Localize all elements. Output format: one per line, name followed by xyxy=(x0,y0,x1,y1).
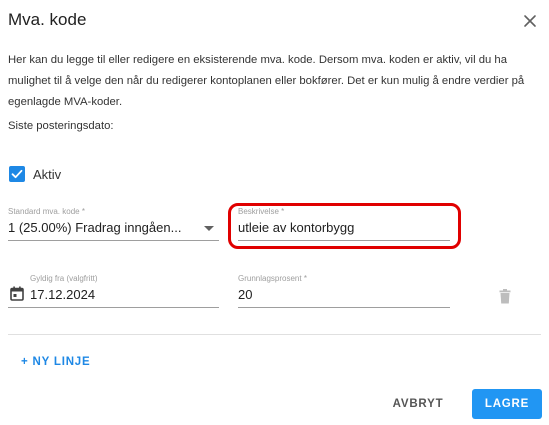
valid-from-underline xyxy=(8,307,219,308)
base-percent-underline xyxy=(238,307,450,308)
calendar-icon[interactable] xyxy=(10,286,24,306)
standard-code-label: Standard mva. kode * xyxy=(8,207,85,216)
check-icon xyxy=(11,169,23,179)
divider xyxy=(8,334,541,335)
mva-code-dialog: Mva. kode Her kan du legge til eller red… xyxy=(0,0,549,425)
valid-from-label: Gyldig fra (valgfritt) xyxy=(30,274,98,283)
standard-code-select[interactable]: 1 (25.00%) Fradrag inngåen... xyxy=(8,220,181,235)
dialog-title: Mva. kode xyxy=(8,10,87,29)
active-checkbox[interactable] xyxy=(9,166,25,182)
trash-icon[interactable] xyxy=(499,289,511,309)
valid-from-input[interactable]: 17.12.2024 xyxy=(30,287,95,302)
cancel-button[interactable]: AVBRYT xyxy=(388,392,448,416)
active-checkbox-label: Aktiv xyxy=(33,167,62,182)
close-icon[interactable] xyxy=(521,12,539,30)
description-label: Beskrivelse * xyxy=(238,207,285,216)
chevron-down-icon[interactable] xyxy=(204,226,214,231)
base-percent-label: Grunnlagsprosent * xyxy=(238,274,307,283)
last-posting-date-label: Siste posteringsdato: xyxy=(8,120,114,132)
intro-text: Her kan du legge til eller redigere en e… xyxy=(8,54,525,108)
base-percent-input[interactable]: 20 xyxy=(238,287,252,302)
add-line-button[interactable]: + NY LINJE xyxy=(21,356,90,368)
description-underline xyxy=(238,240,450,241)
standard-code-underline xyxy=(8,240,219,241)
description-input[interactable]: utleie av kontorbygg xyxy=(238,220,354,235)
save-button[interactable]: LAGRE xyxy=(472,389,542,419)
